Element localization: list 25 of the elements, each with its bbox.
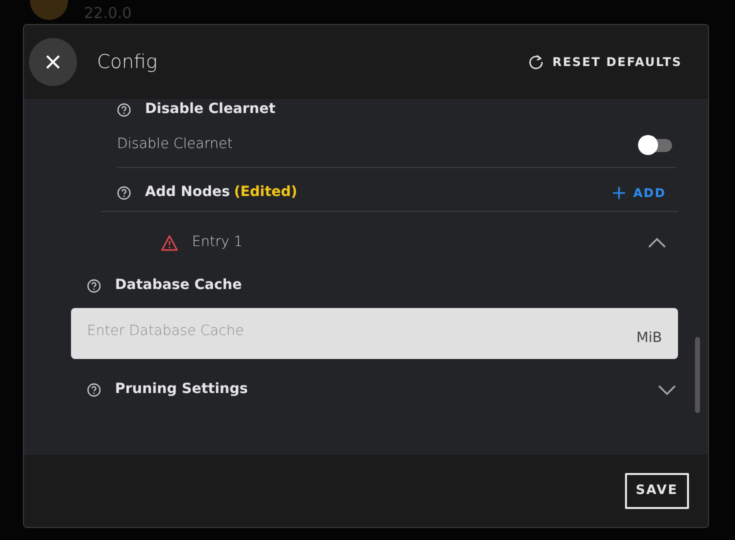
help-icon[interactable]	[87, 278, 101, 292]
unit-label: MiB	[636, 329, 662, 348]
expand-button[interactable]	[658, 384, 676, 394]
field-title: Database Cache	[115, 276, 242, 295]
field-title: Disable Clearnet	[145, 100, 276, 119]
reset-defaults-button[interactable]: RESET DEFAULTS	[528, 53, 682, 71]
help-icon[interactable]	[117, 186, 131, 200]
refresh-icon	[528, 54, 544, 70]
dialog-title: Config	[97, 50, 158, 75]
help-icon[interactable]	[117, 102, 131, 116]
add-button[interactable]: ADD	[613, 184, 678, 202]
caret-icon	[648, 238, 666, 248]
close-icon	[46, 55, 60, 69]
collapse-button[interactable]	[648, 238, 666, 248]
field-title: Add Nodes	[145, 183, 230, 202]
entry-label[interactable]: Entry 1	[192, 232, 243, 253]
close-button[interactable]	[29, 38, 77, 86]
help-icon[interactable]	[87, 382, 101, 396]
caret-icon	[658, 384, 676, 394]
scrollbar[interactable]	[695, 337, 700, 413]
edited-label: (Edited)	[234, 183, 298, 202]
save-button[interactable]: SAVE	[624, 473, 689, 509]
plus-icon	[613, 186, 626, 198]
toggle-label: Disable Clearnet	[117, 135, 233, 154]
field-title: Pruning Settings	[115, 380, 248, 399]
